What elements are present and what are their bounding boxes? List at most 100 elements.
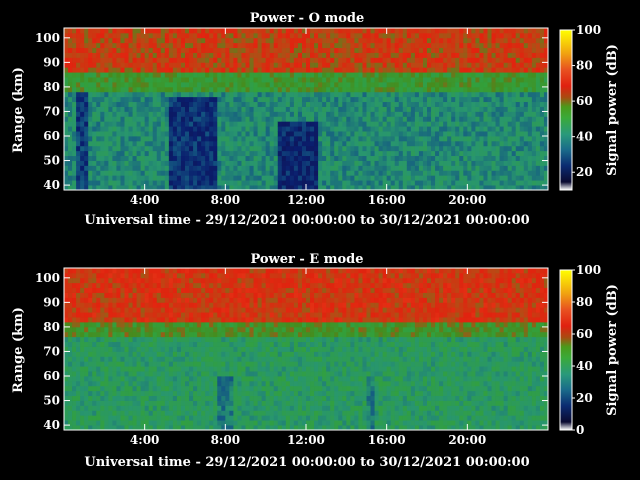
heatmap-cell [104, 106, 109, 112]
heatmap-cell [112, 268, 117, 274]
heatmap-cell [136, 116, 142, 122]
heatmap-cell [64, 385, 69, 392]
heatmap-cell [144, 150, 150, 157]
heatmap-cell [168, 121, 174, 127]
heatmap-cell [535, 37, 541, 44]
heatmap-cell [168, 282, 174, 289]
heatmap-cell [342, 155, 347, 161]
heatmap-cell [422, 72, 428, 78]
heatmap-cell [301, 37, 307, 44]
heatmap-cell [285, 131, 291, 137]
heatmap-cell [443, 165, 448, 171]
heatmap-cell [104, 72, 109, 78]
heatmap-cell [148, 376, 154, 382]
heatmap-cell [378, 52, 384, 58]
heatmap-cell [108, 346, 113, 352]
heatmap-cell [374, 47, 379, 53]
heatmap-cell [318, 47, 323, 53]
heatmap-cell [180, 145, 186, 152]
heatmap-cell [209, 106, 214, 112]
heatmap-cell [213, 47, 218, 53]
heatmap-cell [124, 82, 129, 88]
heatmap-cell [370, 140, 375, 147]
heatmap-cell [116, 77, 121, 83]
heatmap-cell [193, 155, 198, 161]
heatmap-cell [431, 180, 436, 186]
heatmap-cell [431, 67, 436, 73]
heatmap-cell [116, 180, 121, 186]
heatmap-cell [418, 47, 424, 53]
heatmap-cell [463, 96, 468, 103]
heatmap-cell [108, 400, 113, 406]
heatmap-cell [120, 28, 125, 34]
heatmap-cell [189, 67, 194, 73]
heatmap-cell [120, 361, 125, 367]
heatmap-cell [422, 62, 428, 68]
heatmap-cell [414, 126, 420, 132]
heatmap-cell [72, 150, 77, 157]
heatmap-cell [439, 145, 444, 152]
heatmap-cell [144, 175, 150, 181]
heatmap-cell [84, 317, 89, 323]
heatmap-cell [96, 351, 101, 357]
heatmap-cell [120, 336, 125, 343]
heatmap-cell [112, 136, 117, 142]
heatmap-cell [535, 32, 541, 39]
heatmap-cell [431, 77, 436, 83]
heatmap-cell [96, 111, 101, 117]
heatmap-cell [310, 150, 315, 157]
heatmap-cell [160, 116, 166, 122]
heatmap-cell [72, 268, 77, 274]
heatmap-cell [297, 32, 303, 39]
heatmap-cell [225, 170, 230, 176]
heatmap-cell [180, 160, 186, 166]
heatmap-cell [144, 121, 150, 127]
heatmap-cell [382, 150, 388, 157]
heatmap-cell [273, 136, 279, 142]
heatmap-cell [136, 380, 142, 387]
heatmap-cell [213, 136, 218, 142]
heatmap-cell [100, 72, 105, 78]
heatmap-cell [346, 91, 351, 98]
heatmap-cell [289, 62, 295, 68]
heatmap-cell [342, 67, 347, 73]
heatmap-cell [326, 82, 331, 88]
heatmap-cell [330, 28, 335, 34]
heatmap-cell [104, 52, 109, 58]
heatmap-cell [104, 82, 109, 88]
heatmap-cell [350, 52, 355, 58]
heatmap-cell [156, 77, 162, 83]
heatmap-cell [68, 341, 73, 347]
heatmap-cell [148, 91, 154, 98]
heatmap-cell [471, 42, 476, 49]
heatmap-cell [72, 341, 77, 347]
heatmap-cell [180, 150, 186, 157]
heatmap-cell [104, 170, 109, 176]
heatmap-cell [257, 42, 263, 49]
heatmap-cell [120, 385, 125, 392]
heatmap-cell [136, 28, 142, 34]
heatmap-cell [471, 77, 476, 83]
heatmap-cell [80, 101, 85, 107]
heatmap-cell [176, 42, 182, 49]
heatmap-cell [479, 52, 484, 58]
heatmap-cell [531, 131, 537, 137]
heatmap-cell [164, 42, 170, 49]
heatmap-cell [152, 28, 158, 34]
heatmap-cell [414, 82, 420, 88]
heatmap-cell [88, 121, 93, 127]
heatmap-cell [156, 126, 162, 132]
heatmap-cell [185, 72, 190, 78]
heatmap-cell [402, 72, 408, 78]
heatmap-cell [108, 307, 113, 313]
heatmap-cell [479, 136, 484, 142]
heatmap-cell [443, 140, 448, 147]
heatmap-cell [176, 150, 182, 157]
heatmap-cell [104, 302, 109, 308]
heatmap-cell [427, 116, 432, 122]
heatmap-cell [108, 395, 113, 401]
heatmap-cell [443, 72, 448, 78]
heatmap-cell [176, 361, 182, 367]
heatmap-cell [507, 111, 513, 117]
heatmap-cell [213, 116, 218, 122]
